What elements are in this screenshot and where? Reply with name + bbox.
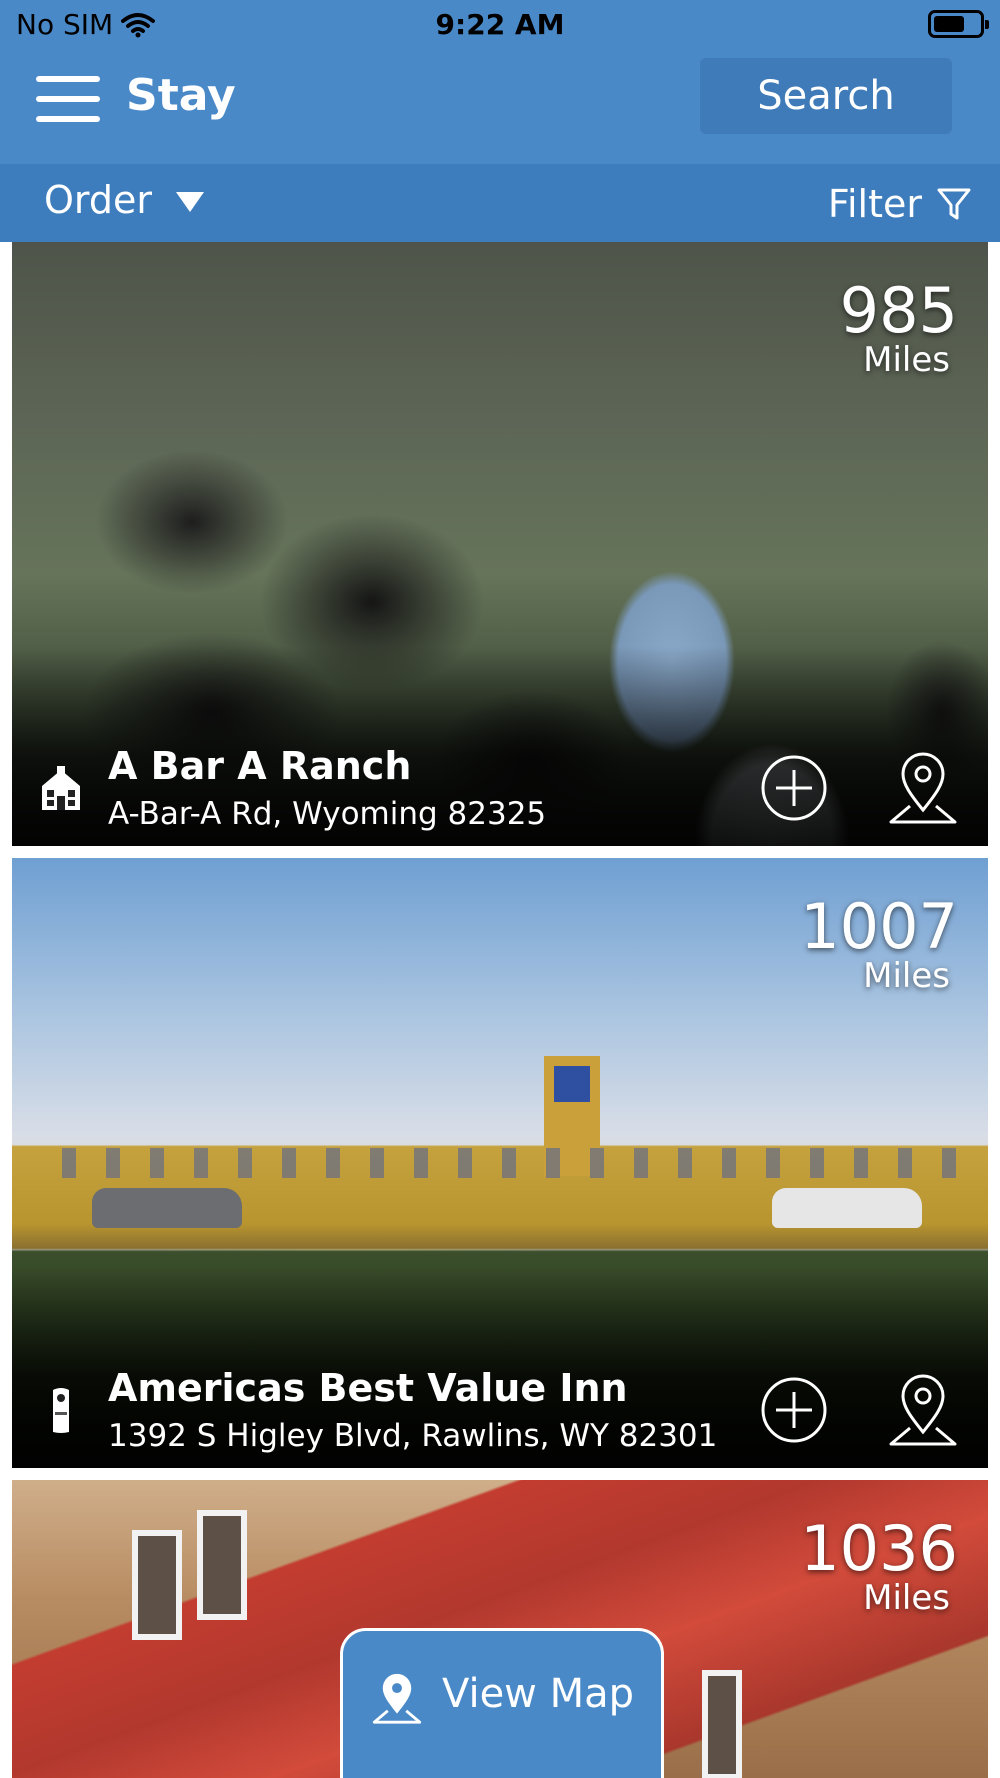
status-bar: No SIM 9:22 AM <box>0 0 1000 50</box>
distance-badge: 1036 Miles <box>800 1512 958 1618</box>
nav-bar: Stay Search <box>0 50 1000 164</box>
house-icon <box>42 766 80 810</box>
sort-filter-bar: Order Filter <box>0 164 1000 242</box>
map-pin-icon[interactable] <box>888 750 958 826</box>
status-time: 9:22 AM <box>435 8 565 41</box>
page-title: Stay <box>126 70 236 121</box>
search-button[interactable]: Search <box>700 58 952 134</box>
listing-address: A-Bar-A Rd, Wyoming 82325 <box>108 796 547 832</box>
listing-info: A Bar A Ranch A-Bar-A Rd, Wyoming 82325 <box>12 736 988 846</box>
listing-card[interactable]: 985 Miles A Bar A Ranch A-Bar-A Rd, Wyom… <box>12 242 988 846</box>
listing-card[interactable]: 1007 Miles Americas Best Value Inn 1392 … <box>12 858 988 1468</box>
order-dropdown[interactable]: Order <box>44 178 204 222</box>
add-plus-icon[interactable] <box>760 754 828 822</box>
view-map-label: View Map <box>441 1671 635 1717</box>
filter-button[interactable]: Filter <box>828 182 972 226</box>
add-plus-icon[interactable] <box>760 1376 828 1444</box>
listing-name: Americas Best Value Inn <box>108 1366 628 1410</box>
distance-value: 985 <box>839 274 958 347</box>
map-pin-icon <box>372 1673 422 1724</box>
distance-badge: 1007 Miles <box>800 890 958 996</box>
distance-badge: 985 Miles <box>839 274 958 380</box>
funnel-icon <box>937 188 971 220</box>
map-pin-icon[interactable] <box>888 1372 958 1448</box>
view-map-button[interactable]: View Map <box>340 1628 664 1778</box>
triangle-down-icon <box>176 192 204 212</box>
order-label: Order <box>44 178 152 222</box>
listing-name: A Bar A Ranch <box>108 744 412 788</box>
battery-icon <box>928 10 989 38</box>
filter-label: Filter <box>827 182 922 226</box>
menu-icon[interactable] <box>36 76 100 122</box>
listing-address: 1392 S Higley Blvd, Rawlins, WY 82301 <box>108 1418 718 1454</box>
room-service-hanger-icon <box>53 1388 69 1433</box>
distance-unit: Miles <box>863 340 950 380</box>
distance-value: 1036 <box>800 1512 958 1585</box>
distance-value: 1007 <box>800 890 958 963</box>
distance-unit: Miles <box>863 1578 950 1618</box>
top-bar: No SIM 9:22 AM Stay Search <box>0 0 1000 164</box>
distance-unit: Miles <box>863 956 950 996</box>
listing-info: Americas Best Value Inn 1392 S Higley Bl… <box>12 1358 988 1468</box>
